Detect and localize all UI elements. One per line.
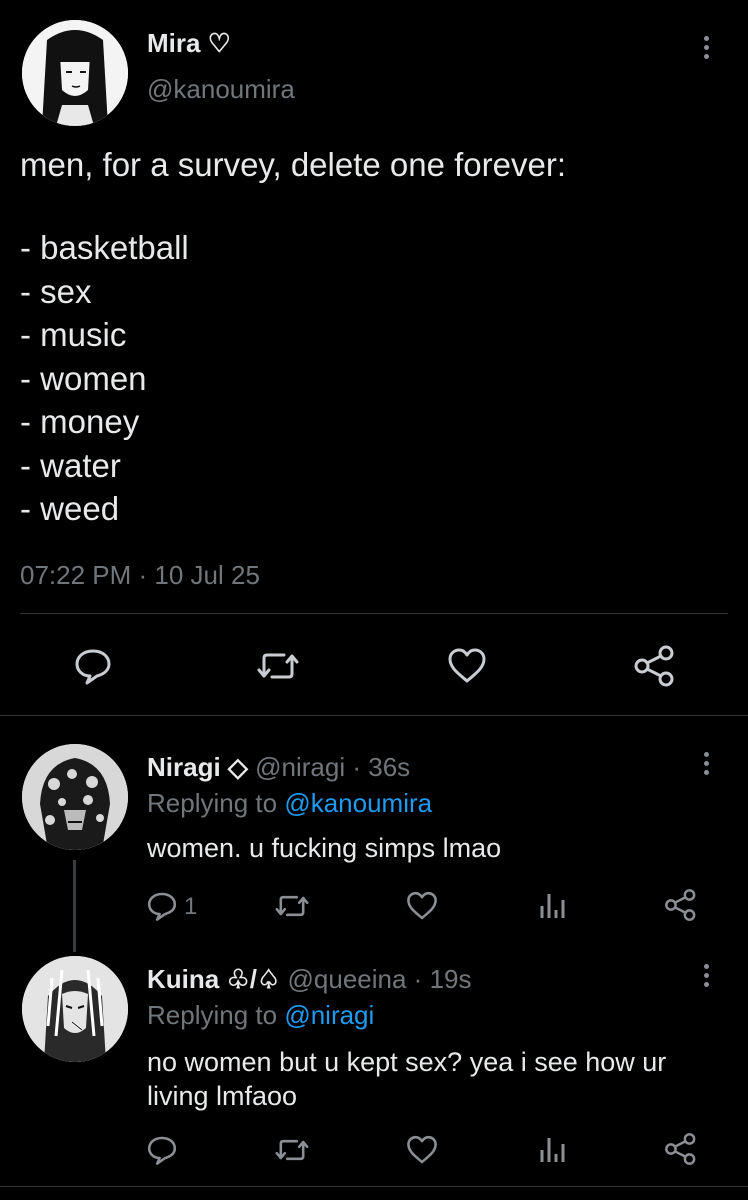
option-item: - sex — [20, 272, 92, 310]
retweet-icon[interactable] — [256, 646, 300, 686]
tweet-text: men, for a survey, delete one forever: — [20, 146, 566, 183]
replying-prefix: Replying to — [147, 1000, 278, 1030]
reply-text: no women but u kept sex? yea i see how u… — [147, 1045, 666, 1113]
share-icon[interactable] — [633, 644, 677, 688]
kuina-avatar[interactable] — [22, 956, 128, 1062]
option-item: - music — [20, 316, 127, 353]
comment-icon[interactable] — [146, 1134, 178, 1166]
share-icon[interactable] — [664, 888, 698, 922]
divider — [20, 613, 728, 614]
reply-display-name[interactable]: Niragi ◇ — [147, 752, 248, 782]
reply-display-name[interactable]: Kuina ♧/♤ — [147, 964, 280, 994]
more-icon[interactable] — [699, 752, 713, 779]
comment-icon[interactable] — [73, 646, 113, 686]
option-list: - basketball - sex - music - women - mon… — [20, 226, 189, 531]
retweet-icon[interactable] — [274, 890, 310, 922]
option-item: - weed — [20, 490, 120, 527]
more-icon[interactable] — [699, 964, 713, 991]
reply-text: women. u fucking simps lmao — [147, 833, 502, 863]
analytics-icon[interactable] — [538, 1134, 566, 1164]
retweet-icon[interactable] — [274, 1134, 310, 1166]
divider — [0, 715, 748, 716]
replying-to-line: Replying to @niragi — [147, 1000, 374, 1031]
mention-link[interactable]: @kanoumira — [284, 788, 432, 818]
option-item: - women — [20, 359, 147, 397]
main-display-name[interactable]: Mira ♡ — [147, 28, 231, 59]
reply-header: Kuina ♧/♤ @queeina · 19s — [147, 964, 472, 995]
comment-icon[interactable] — [146, 890, 178, 922]
reply-header: Niragi ◇ @niragi · 36s — [147, 752, 410, 783]
reply-text-line: living lmfaoo — [147, 1081, 298, 1111]
share-icon[interactable] — [664, 1132, 698, 1166]
replying-prefix: Replying to — [147, 788, 278, 818]
reply-count: 1 — [184, 893, 198, 920]
heart-icon[interactable] — [405, 890, 439, 922]
main-handle[interactable]: @kanoumira — [147, 74, 295, 105]
replying-to-line: Replying to @kanoumira — [147, 788, 432, 819]
option-item: - basketball — [20, 229, 189, 266]
niragi-avatar[interactable] — [22, 744, 128, 850]
option-item: - water — [20, 446, 121, 484]
heart-icon[interactable] — [446, 646, 488, 686]
analytics-icon[interactable] — [538, 890, 566, 920]
divider — [0, 1186, 748, 1187]
reply-handle-time[interactable]: @queeina · 19s — [288, 964, 472, 994]
reply-text-line: no women but u kept sex? yea i see how u… — [147, 1047, 667, 1077]
mira-avatar[interactable] — [22, 20, 128, 126]
more-icon[interactable] — [699, 36, 713, 63]
timestamp[interactable]: 07:22 PM · 10 Jul 25 — [20, 560, 260, 591]
thread-line — [73, 860, 76, 952]
reply-handle-time[interactable]: @niragi · 36s — [255, 752, 410, 782]
heart-icon[interactable] — [405, 1134, 439, 1166]
option-item: - money — [20, 403, 140, 440]
mention-link[interactable]: @niragi — [284, 1000, 374, 1030]
